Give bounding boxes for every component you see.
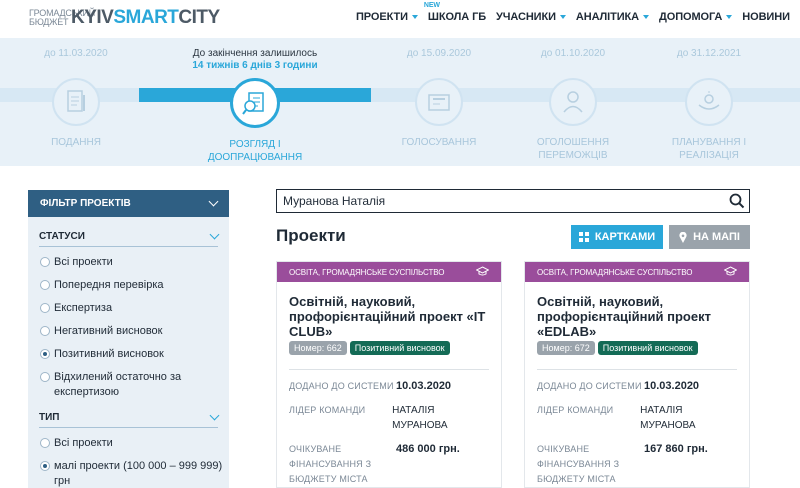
radio-button-checked[interactable] — [40, 461, 50, 471]
divider — [289, 369, 489, 370]
status-option-expertise[interactable]: Експертиза — [40, 301, 229, 316]
chevron-down-icon — [643, 15, 650, 19]
nav-item-help[interactable]: ДОПОМОГА — [659, 11, 733, 23]
nav-item-school[interactable]: NEW ШКОЛА ГБ — [424, 2, 486, 23]
stage-implementation[interactable]: до 31.12.2021 ПЛАНУВАННЯ І РЕАЛІЗАЦІЯ — [641, 38, 777, 162]
radio-button[interactable] — [40, 326, 50, 336]
status-option-negative[interactable]: Негативний висновок — [40, 324, 229, 339]
project-number-badge: Номер: 662 — [289, 341, 347, 355]
status-option-positive[interactable]: Позитивний висновок — [40, 347, 229, 362]
graduation-cap-icon — [475, 266, 490, 278]
radio-button[interactable] — [40, 372, 50, 382]
stage-date: до 11.03.2020 — [44, 48, 108, 59]
chevron-down-icon — [209, 229, 220, 240]
status-option-precheck[interactable]: Попередня перевірка — [40, 278, 229, 293]
logo-brand: KYIVSMARTCITY — [71, 7, 220, 28]
nav-item-analytics[interactable]: АНАЛІТИКА — [576, 11, 650, 23]
map-view-button[interactable]: НА МАПІ — [669, 225, 750, 249]
status-option-all[interactable]: Всі проекти — [40, 255, 229, 270]
process-timeline: до 11.03.2020 ПОДАННЯ До закінчення зали… — [0, 38, 800, 166]
map-pin-icon — [679, 231, 687, 243]
stage-voting[interactable]: до 15.09.2020 ГОЛОСУВАННЯ — [373, 38, 505, 149]
graduation-cap-icon — [723, 266, 738, 278]
magnifier-checklist-icon — [230, 78, 280, 128]
chevron-down-icon — [208, 196, 219, 207]
chevron-down-icon — [559, 15, 566, 19]
field-budget: ОЧІКУВАНЕ ФІНАНСУВАННЯ З БЮДЖЕТУ МІСТА К… — [289, 443, 460, 484]
status-badge: Позитивний висновок — [597, 341, 698, 355]
project-card[interactable]: ОСВІТА, ГРОМАДЯНСЬКЕ СУСПІЛЬСТВО Освітні… — [276, 261, 502, 488]
radio-button[interactable] — [40, 280, 50, 290]
type-option-all[interactable]: Всі проекти — [40, 436, 229, 451]
site-logo[interactable]: ГРОМАДСЬКИЙ БЮДЖЕТ KYIVSMARTCITY — [29, 6, 220, 30]
stage-countdown: До закінчення залишилось 14 тижнів 6 днів… — [192, 48, 318, 71]
field-budget: ОЧІКУВАНЕ ФІНАНСУВАННЯ З БЮДЖЕТУ МІСТА К… — [537, 443, 708, 484]
filter-sidebar: ФІЛЬТР ПРОЕКТІВ СТАТУСИ Всі проекти Попе… — [28, 190, 229, 488]
field-leader: ЛІДЕР КОМАНДИ НАТАЛІЯ МУРАНОВА — [537, 405, 696, 431]
field-added: ДОДАНО ДО СИСТЕМИ 10.03.2020 — [537, 380, 700, 392]
type-option-small[interactable]: малі проекти (100 000 – 999 999) грн — [40, 459, 229, 488]
nav-item-projects[interactable]: ПРОЕКТИ — [356, 11, 418, 23]
grid-icon — [578, 232, 589, 242]
chevron-down-icon — [411, 15, 418, 19]
status-option-rejected[interactable]: Відхилений остаточно за експертизою — [40, 370, 229, 400]
nav-item-participants[interactable]: УЧАСНИКИ — [496, 11, 566, 23]
card-category: ОСВІТА, ГРОМАДЯНСЬКЕ СУСПІЛЬСТВО — [525, 262, 749, 282]
document-pen-icon — [52, 78, 100, 126]
card-tags: Номер: 672 Позитивний висновок — [525, 339, 749, 355]
winner-icon — [549, 78, 597, 126]
project-number-badge: Номер: 672 — [537, 341, 595, 355]
stage-label: ПОДАННЯ — [51, 137, 101, 148]
search-icon[interactable] — [729, 193, 745, 209]
radio-button[interactable] — [40, 438, 50, 448]
radio-button[interactable] — [40, 257, 50, 267]
radio-button-checked[interactable] — [40, 349, 50, 359]
stage-date: до 15.09.2020 — [406, 48, 472, 59]
new-badge: NEW — [423, 2, 440, 9]
filter-header[interactable]: ФІЛЬТР ПРОЕКТІВ — [28, 190, 229, 217]
card-tags: Номер: 662 Позитивний висновок — [277, 339, 501, 355]
site-header: ГРОМАДСЬКИЙ БЮДЖЕТ KYIVSMARTCITY ПРОЕКТИ… — [0, 0, 800, 38]
status-badge: Позитивний висновок — [349, 341, 450, 355]
logo-subtitle: ГРОМАДСЬКИЙ БЮДЖЕТ — [29, 8, 95, 27]
statuses-group-header[interactable]: СТАТУСИ — [39, 229, 220, 247]
cards-view-button[interactable]: КАРТКАМИ — [571, 225, 663, 249]
search-field[interactable]: Муранова Наталія — [276, 189, 750, 213]
nav-item-news[interactable]: НОВИНИ — [742, 11, 790, 23]
stage-label: ОГОЛОШЕННЯ ПЕРЕМОЖЦІВ — [536, 137, 610, 161]
hands-icon — [685, 78, 733, 126]
stage-review[interactable]: До закінчення залишилось 14 тижнів 6 днів… — [189, 38, 321, 164]
main-nav: ПРОЕКТИ NEW ШКОЛА ГБ УЧАСНИКИ АНАЛІТИКА Д… — [356, 2, 800, 23]
stage-date: до 31.12.2021 — [676, 48, 742, 59]
chevron-down-icon — [209, 410, 220, 421]
stage-date: до 01.10.2020 — [540, 48, 606, 59]
field-leader: ЛІДЕР КОМАНДИ НАТАЛІЯ МУРАНОВА — [289, 405, 448, 431]
stage-winners[interactable]: до 01.10.2020 ОГОЛОШЕННЯ ПЕРЕМОЖЦІВ — [507, 38, 639, 162]
stage-submission[interactable]: до 11.03.2020 ПОДАННЯ — [10, 38, 142, 149]
divider — [537, 369, 737, 370]
card-title[interactable]: Освітній, науковий, профорієнтаційний пр… — [277, 282, 501, 339]
stage-label: ПЛАНУВАННЯ І РЕАЛІЗАЦІЯ — [671, 137, 747, 161]
chevron-down-icon — [726, 15, 733, 19]
card-title[interactable]: Освітній, науковий, профорієнтаційний пр… — [525, 282, 749, 339]
ballot-icon — [415, 78, 463, 126]
radio-button[interactable] — [40, 303, 50, 313]
project-card[interactable]: ОСВІТА, ГРОМАДЯНСЬКЕ СУСПІЛЬСТВО Освітні… — [524, 261, 750, 488]
type-group-header[interactable]: ТИП — [39, 410, 220, 428]
stage-label: РОЗГЛЯД І ДООПРАЦЮВАННЯ — [207, 139, 303, 163]
card-category: ОСВІТА, ГРОМАДЯНСЬКЕ СУСПІЛЬСТВО — [277, 262, 501, 282]
stage-label: ГОЛОСУВАННЯ — [401, 137, 477, 148]
search-input[interactable]: Муранова Наталія — [283, 194, 385, 208]
page-title: Проекти — [276, 226, 346, 245]
field-added: ДОДАНО ДО СИСТЕМИ 10.03.2020 — [289, 380, 452, 392]
